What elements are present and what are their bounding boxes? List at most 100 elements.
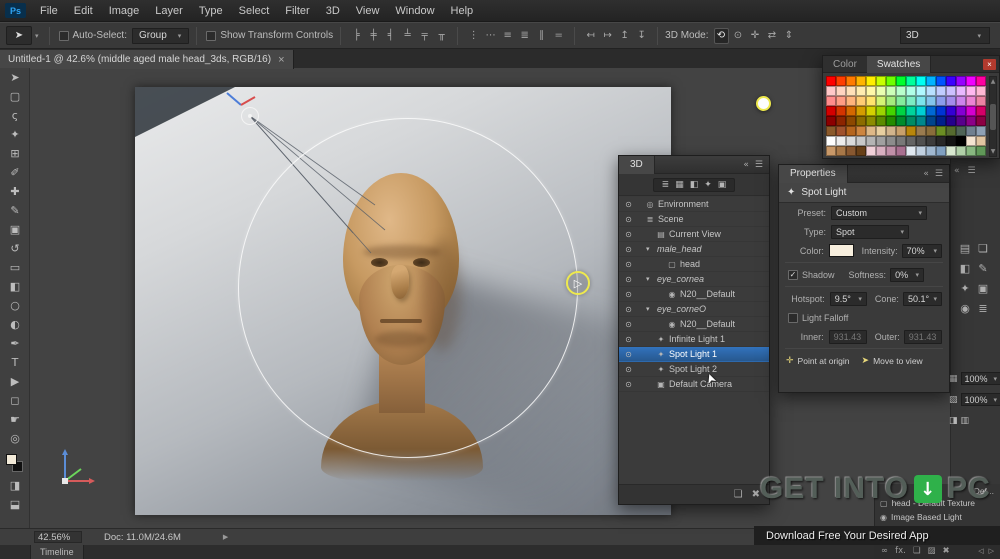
panel-menu-icon[interactable]: ☰	[935, 169, 943, 179]
color-swatch[interactable]	[916, 86, 926, 96]
color-swatch[interactable]	[946, 96, 956, 106]
3d-mode-icon-1[interactable]: ⊙	[731, 28, 746, 44]
color-swatch[interactable]	[886, 86, 896, 96]
color-swatch[interactable]	[946, 126, 956, 136]
align-icon[interactable]: ╧	[400, 28, 415, 44]
color-swatch[interactable]	[876, 146, 886, 156]
color-swatch[interactable]	[926, 126, 936, 136]
history-brush-tool[interactable]: ↺	[0, 239, 30, 258]
expand-toggle-icon[interactable]: ▾	[646, 305, 655, 313]
visibility-eye-icon[interactable]: ⊙	[622, 260, 635, 269]
3d-filter-icon-2[interactable]: ◧	[690, 180, 699, 190]
3d-item-current-view[interactable]: ⊙▤Current View	[619, 227, 769, 242]
active-tool-icon[interactable]: ➤	[6, 26, 32, 45]
color-swatch[interactable]	[846, 136, 856, 146]
color-swatch[interactable]	[946, 86, 956, 96]
color-swatch[interactable]	[846, 106, 856, 116]
3d-item-eye-cornea[interactable]: ⊙▾eye_cornea	[619, 272, 769, 287]
color-swatch[interactable]	[866, 76, 876, 86]
color-swatch[interactable]	[886, 146, 896, 156]
shape-tool[interactable]: ◻	[0, 391, 30, 410]
color-swatch[interactable]	[966, 116, 976, 126]
color-swatch[interactable]	[916, 146, 926, 156]
color-swatch[interactable]	[956, 96, 966, 106]
crop-tool[interactable]: ⊞	[0, 144, 30, 163]
move-tool[interactable]: ➤	[0, 68, 30, 87]
color-swatch[interactable]	[846, 76, 856, 86]
color-swatch[interactable]	[936, 96, 946, 106]
color-swatch[interactable]	[826, 126, 836, 136]
layers-footer-icon-2[interactable]: ❏	[913, 546, 921, 556]
color-swatch[interactable]	[896, 126, 906, 136]
arrange-icon[interactable]: ↤	[583, 28, 598, 44]
color-swatch[interactable]	[886, 126, 896, 136]
color-swatch[interactable]	[856, 136, 866, 146]
3d-filter-icon-0[interactable]: ≣	[662, 180, 670, 190]
color-swatch[interactable]	[916, 96, 926, 106]
document-tab[interactable]: Untitled-1 @ 42.6% (middle aged male hea…	[0, 50, 294, 69]
color-swatch[interactable]	[936, 106, 946, 116]
menu-3d[interactable]: 3D	[318, 0, 348, 22]
menu-image[interactable]: Image	[101, 0, 148, 22]
color-swatch[interactable]	[926, 106, 936, 116]
point-at-origin-button[interactable]: ✛Point at origin	[786, 356, 850, 366]
3d-mode-icon-4[interactable]: ⇕	[782, 28, 797, 44]
color-swatch[interactable]	[826, 146, 836, 156]
distribute-icon[interactable]: ≡	[500, 28, 515, 44]
color-swatch[interactable]	[886, 96, 896, 106]
color-swatch[interactable]	[906, 76, 916, 86]
visibility-eye-icon[interactable]: ⊙	[622, 335, 635, 344]
3d-item-male-head[interactable]: ⊙▾male_head	[619, 242, 769, 257]
align-icon[interactable]: ╥	[434, 28, 449, 44]
color-swatch[interactable]	[866, 106, 876, 116]
visibility-eye-icon[interactable]: ⊙	[622, 350, 635, 359]
color-swatch[interactable]	[856, 146, 866, 156]
hand-tool[interactable]: ☛	[0, 410, 30, 429]
3d-item-scene[interactable]: ⊙≣Scene	[619, 212, 769, 227]
path-selection-tool[interactable]: ▶	[0, 372, 30, 391]
color-swatch[interactable]	[976, 126, 986, 136]
3d-item-head[interactable]: ⊙▢head	[619, 257, 769, 272]
type-tool[interactable]: T	[0, 353, 30, 372]
visibility-eye-icon[interactable]: ⊙	[622, 365, 635, 374]
3d-mode-icon-2[interactable]: ✛	[748, 28, 763, 44]
color-swatch[interactable]	[856, 106, 866, 116]
visibility-eye-icon[interactable]: ⊙	[622, 200, 635, 209]
color-swatch[interactable]	[836, 136, 846, 146]
color-swatch[interactable]	[856, 86, 866, 96]
intensity-field[interactable]: 70% ▾	[902, 244, 942, 258]
layers-footer-icon-0[interactable]: ∞	[881, 546, 888, 556]
light-falloff-checkbox[interactable]	[788, 313, 798, 323]
close-panel-icon[interactable]: ×	[983, 59, 996, 70]
color-swatch[interactable]	[876, 116, 886, 126]
dock-panel-icon-3[interactable]: ✎	[978, 262, 987, 275]
color-swatch[interactable]	[896, 146, 906, 156]
color-swatch[interactable]	[886, 76, 896, 86]
document-canvas[interactable]: ▷	[135, 87, 671, 515]
color-swatch[interactable]	[976, 96, 986, 106]
tab-swatches[interactable]: Swatches	[867, 56, 931, 73]
color-swatch[interactable]	[826, 106, 836, 116]
color-swatch[interactable]	[906, 126, 916, 136]
color-swatch[interactable]	[966, 136, 976, 146]
color-swatch[interactable]	[976, 116, 986, 126]
inner-field[interactable]: 931.43	[829, 330, 867, 344]
color-swatch[interactable]	[826, 136, 836, 146]
color-swatch[interactable]	[856, 96, 866, 106]
auto-select-checkbox[interactable]	[59, 31, 69, 41]
foreground-color-chip[interactable]	[6, 454, 17, 465]
color-swatch[interactable]	[926, 136, 936, 146]
distribute-icon[interactable]: ≣	[517, 28, 532, 44]
color-swatch[interactable]	[926, 96, 936, 106]
layers-footer-icon-3[interactable]: ▨	[927, 546, 935, 556]
color-swatch[interactable]	[866, 136, 876, 146]
color-swatch[interactable]	[936, 146, 946, 156]
color-swatch[interactable]	[826, 76, 836, 86]
visibility-eye-icon[interactable]: ⊙	[622, 230, 635, 239]
color-swatch[interactable]	[936, 136, 946, 146]
color-swatch[interactable]	[866, 146, 876, 156]
color-swatch[interactable]	[966, 86, 976, 96]
opacity-value-field[interactable]: 100%▾	[961, 372, 1000, 385]
menu-file[interactable]: File	[32, 0, 66, 22]
spot-light-origin-handle[interactable]	[241, 107, 259, 125]
